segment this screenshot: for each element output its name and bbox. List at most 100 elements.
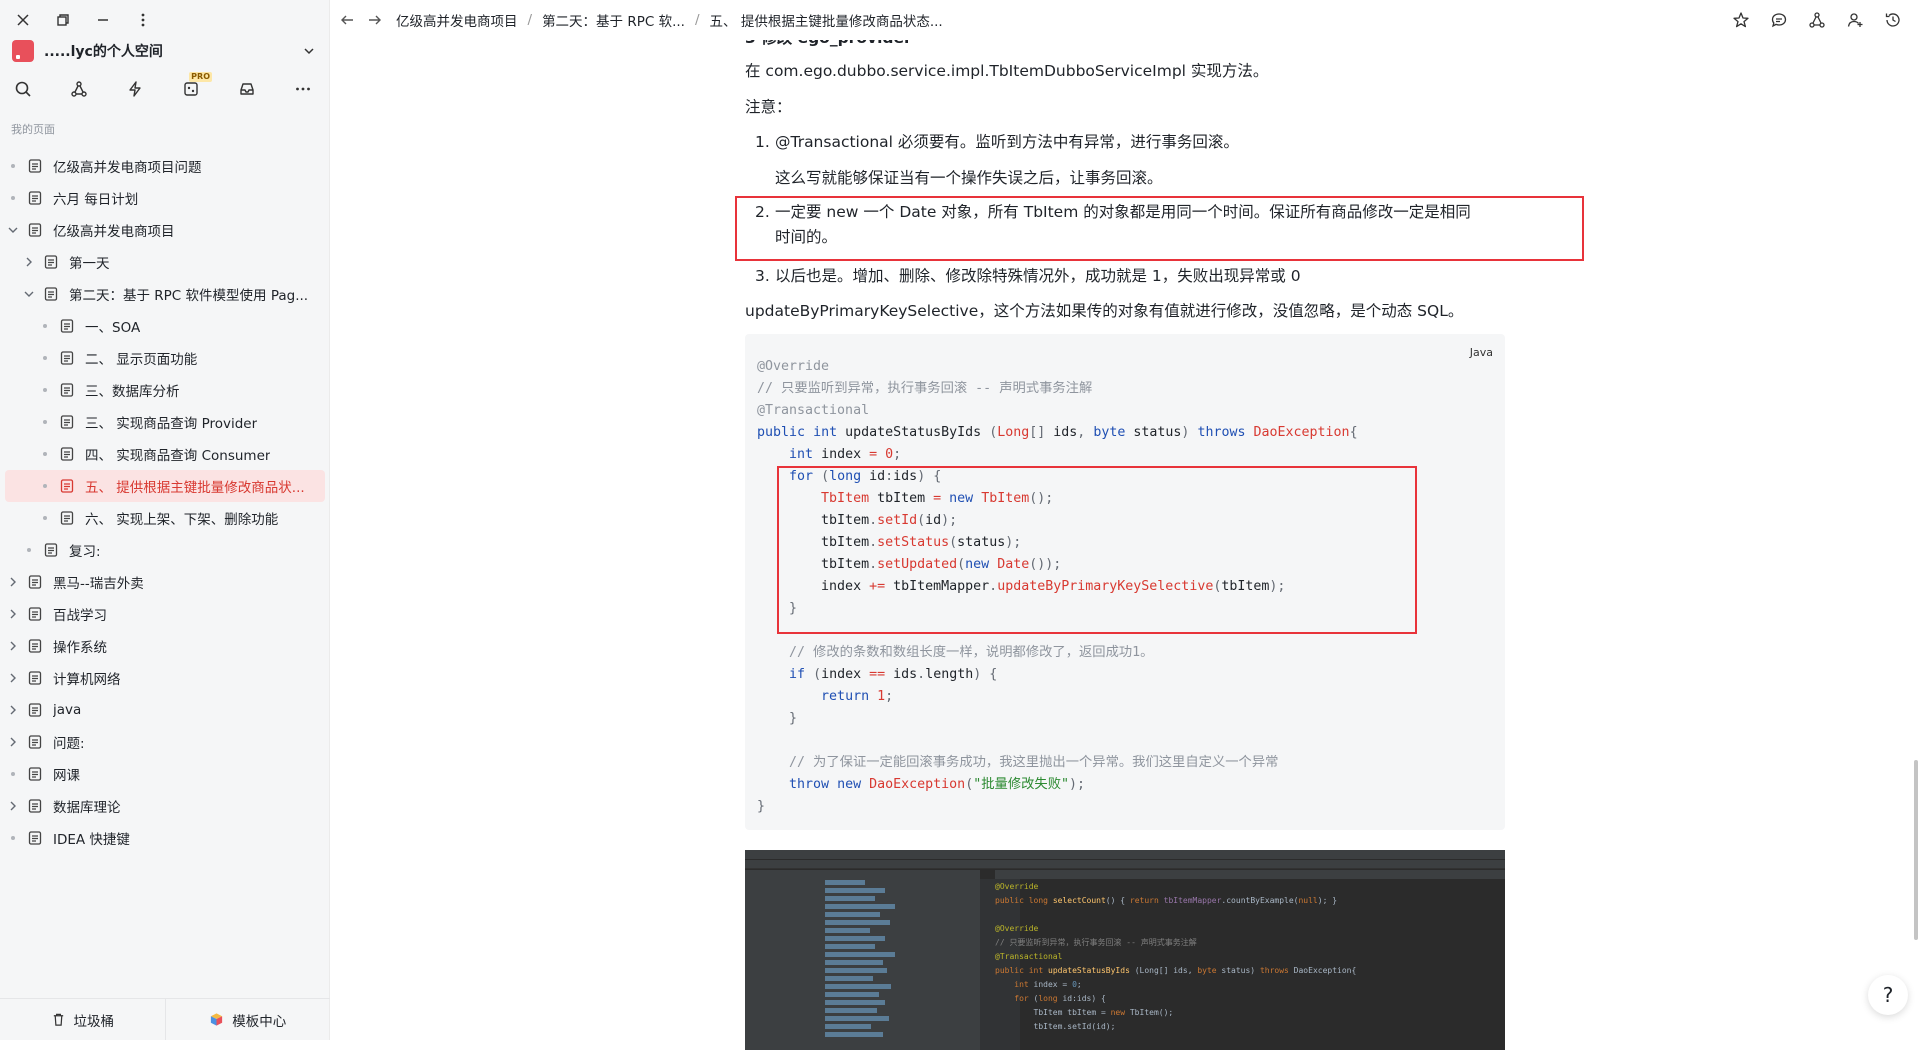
cube-icon xyxy=(211,1013,223,1026)
sidebar-tree-item[interactable]: 百战学习 xyxy=(5,598,325,630)
pro-badge: PRO xyxy=(189,72,212,82)
sidebar-tree-item[interactable]: 计算机网络 xyxy=(5,662,325,694)
sidebar: .....lyc的个人空间 PRO 我的页面 亿级高并发电商项目问题六月 每日计… xyxy=(0,0,330,1040)
breadcrumb-separator: / xyxy=(527,12,533,28)
sidebar-tree-item[interactable]: 六月 每日计划 xyxy=(5,182,325,214)
sidebar-toolbar: PRO xyxy=(12,72,318,100)
list-item-text: 以后也是。增加、删除、修改除特殊情况外，成功就是 1，失败出现异常或 0 xyxy=(775,267,1301,285)
search-icon[interactable] xyxy=(12,78,34,100)
sidebar-tree-item[interactable]: 黑马--瑞吉外卖 xyxy=(5,566,325,598)
sidebar-tree-item[interactable]: 第一天 xyxy=(5,246,325,278)
more-horizontal-icon[interactable] xyxy=(292,78,314,100)
breadcrumb-item[interactable]: 亿级高并发电商项目 xyxy=(396,10,518,30)
sidebar-tree-item[interactable]: java xyxy=(5,694,325,726)
breadcrumb-item[interactable]: 五、 提供根据主键批量修改商品状态... xyxy=(710,10,943,30)
sidebar-tree-item[interactable]: 四、 实现商品查询 Consumer xyxy=(5,438,325,470)
list-item: 2. 一定要 new 一个 Date 对象，所有 TbItem 的对象都是用同一个… xyxy=(755,200,1495,250)
chevron-right-icon[interactable] xyxy=(5,638,21,654)
sidebar-tree-item[interactable]: 二、 显示页面功能 xyxy=(5,342,325,374)
ide-tree-line xyxy=(825,1016,889,1021)
list-number: 2. xyxy=(755,203,770,221)
ide-tree-line xyxy=(825,904,895,909)
user-icon[interactable] xyxy=(1844,9,1866,31)
sidebar-tree-item-label: 三、数据库分析 xyxy=(85,384,180,400)
sidebar-tree-item-label: 亿级高并发电商项目问题 xyxy=(53,160,202,176)
chevron-right-icon[interactable] xyxy=(5,702,21,718)
list-item: 1. @Transactional 必须要有。监听到方法中有异常，进行事务回滚。 xyxy=(755,130,1495,155)
bullet-dot-icon xyxy=(37,350,53,366)
sidebar-tree-item[interactable]: 三、 实现商品查询 Provider xyxy=(5,406,325,438)
close-icon[interactable] xyxy=(12,9,34,31)
bullet-dot-icon xyxy=(5,766,21,782)
ide-screenshot-image[interactable]: @Override public long selectCount() { re… xyxy=(745,850,1505,1050)
sidebar-tree-item[interactable]: 三、数据库分析 xyxy=(5,374,325,406)
sidebar-tree-item-label: 操作系统 xyxy=(53,640,107,656)
chevron-right-icon[interactable] xyxy=(5,798,21,814)
chevron-down-icon[interactable] xyxy=(5,222,21,238)
back-arrow-icon[interactable] xyxy=(336,9,358,31)
chevron-right-icon[interactable] xyxy=(5,606,21,622)
graph-icon[interactable] xyxy=(68,78,90,100)
chevron-down-icon[interactable] xyxy=(300,42,318,60)
chevron-right-icon[interactable] xyxy=(5,670,21,686)
document-icon xyxy=(27,606,43,622)
sidebar-tree-item[interactable]: 亿级高并发电商项目 xyxy=(5,214,325,246)
lightning-icon[interactable] xyxy=(124,78,146,100)
code-block[interactable]: Java @Override // 只要监听到异常，执行事务回滚 -- 声明式事… xyxy=(745,334,1505,830)
ide-tree-line xyxy=(825,1032,883,1037)
sidebar-tree-item[interactable]: 数据库理论 xyxy=(5,790,325,822)
trash-label: 垃圾桶 xyxy=(73,1013,115,1030)
help-button[interactable]: ? xyxy=(1868,975,1908,1015)
more-vertical-icon[interactable] xyxy=(132,9,154,31)
list-item-text: 一定要 new 一个 Date 对象，所有 TbItem 的对象都是用同一个时间… xyxy=(775,203,1471,246)
scrollbar[interactable] xyxy=(1914,760,1918,940)
sidebar-tree-item-label: 问题: xyxy=(53,736,85,752)
template-center-button[interactable]: 模板中心 xyxy=(164,999,331,1040)
breadcrumb-item[interactable]: 第二天：基于 RPC 软... xyxy=(542,10,685,30)
sidebar-tree-item[interactable]: 亿级高并发电商项目问题 xyxy=(5,150,325,182)
sidebar-tree-item[interactable]: 操作系统 xyxy=(5,630,325,662)
sidebar-tree-item-label: 一、SOA xyxy=(85,320,141,336)
sidebar-tree-item[interactable]: 一、SOA xyxy=(5,310,325,342)
document-icon xyxy=(27,734,43,750)
sidebar-tree-item[interactable]: 五、 提供根据主键批量修改商品状... xyxy=(5,470,325,502)
bullet-dot-icon xyxy=(5,158,21,174)
ide-tree-line xyxy=(825,1000,885,1005)
paragraph: 在 com.ego.dubbo.service.impl.TbItemDubbo… xyxy=(745,62,1269,80)
sidebar-tree-item-label: 第一天 xyxy=(69,256,110,272)
restore-icon[interactable] xyxy=(52,9,74,31)
sidebar-tree-item[interactable]: 问题: xyxy=(5,726,325,758)
sidebar-tree-item[interactable]: 六、 实现上架、下架、删除功能 xyxy=(5,502,325,534)
chevron-right-icon[interactable] xyxy=(5,574,21,590)
trash-button[interactable]: 垃圾桶 xyxy=(0,999,165,1040)
forward-arrow-icon[interactable] xyxy=(364,9,386,31)
history-icon[interactable] xyxy=(1882,9,1904,31)
share-icon[interactable] xyxy=(1806,9,1828,31)
sidebar-tree-item-label: 黑马--瑞吉外卖 xyxy=(53,576,144,592)
sidebar-tree-item-label: java xyxy=(53,702,82,718)
section-label: 我的页面 xyxy=(11,123,55,136)
list-item: 3. 以后也是。增加、删除、修改除特殊情况外，成功就是 1，失败出现异常或 0 xyxy=(755,264,1495,289)
space-switcher[interactable]: .....lyc的个人空间 xyxy=(12,38,318,64)
page-tree: 亿级高并发电商项目问题六月 每日计划 亿级高并发电商项目第一天第二天：基于 RPC… xyxy=(5,150,325,854)
sidebar-tree-item[interactable]: 网课 xyxy=(5,758,325,790)
bullet-dot-icon xyxy=(5,190,21,206)
template-icon[interactable]: PRO xyxy=(180,72,212,100)
minimize-icon[interactable] xyxy=(92,9,114,31)
sidebar-tree-item-label: 五、 提供根据主键批量修改商品状... xyxy=(85,480,305,496)
space-name: .....lyc的个人空间 xyxy=(44,44,163,60)
comment-icon[interactable] xyxy=(1768,9,1790,31)
sidebar-tree-item[interactable]: IDEA 快捷键 xyxy=(5,822,325,854)
sidebar-tree-item[interactable]: 复习: xyxy=(5,534,325,566)
chevron-right-icon[interactable] xyxy=(21,254,37,270)
chevron-right-icon[interactable] xyxy=(5,734,21,750)
sidebar-tree-item-label: 数据库理论 xyxy=(53,800,121,816)
chevron-down-icon[interactable] xyxy=(21,286,37,302)
sidebar-tree-item-label: 四、 实现商品查询 Consumer xyxy=(85,448,271,464)
list-number: 1. xyxy=(755,133,770,151)
star-icon[interactable] xyxy=(1730,9,1752,31)
highlight-box xyxy=(777,466,1417,634)
sidebar-tree-item[interactable]: 第二天：基于 RPC 软件模型使用 Pag... xyxy=(5,278,325,310)
inbox-icon[interactable] xyxy=(236,78,258,100)
ide-tree-line xyxy=(825,896,875,901)
